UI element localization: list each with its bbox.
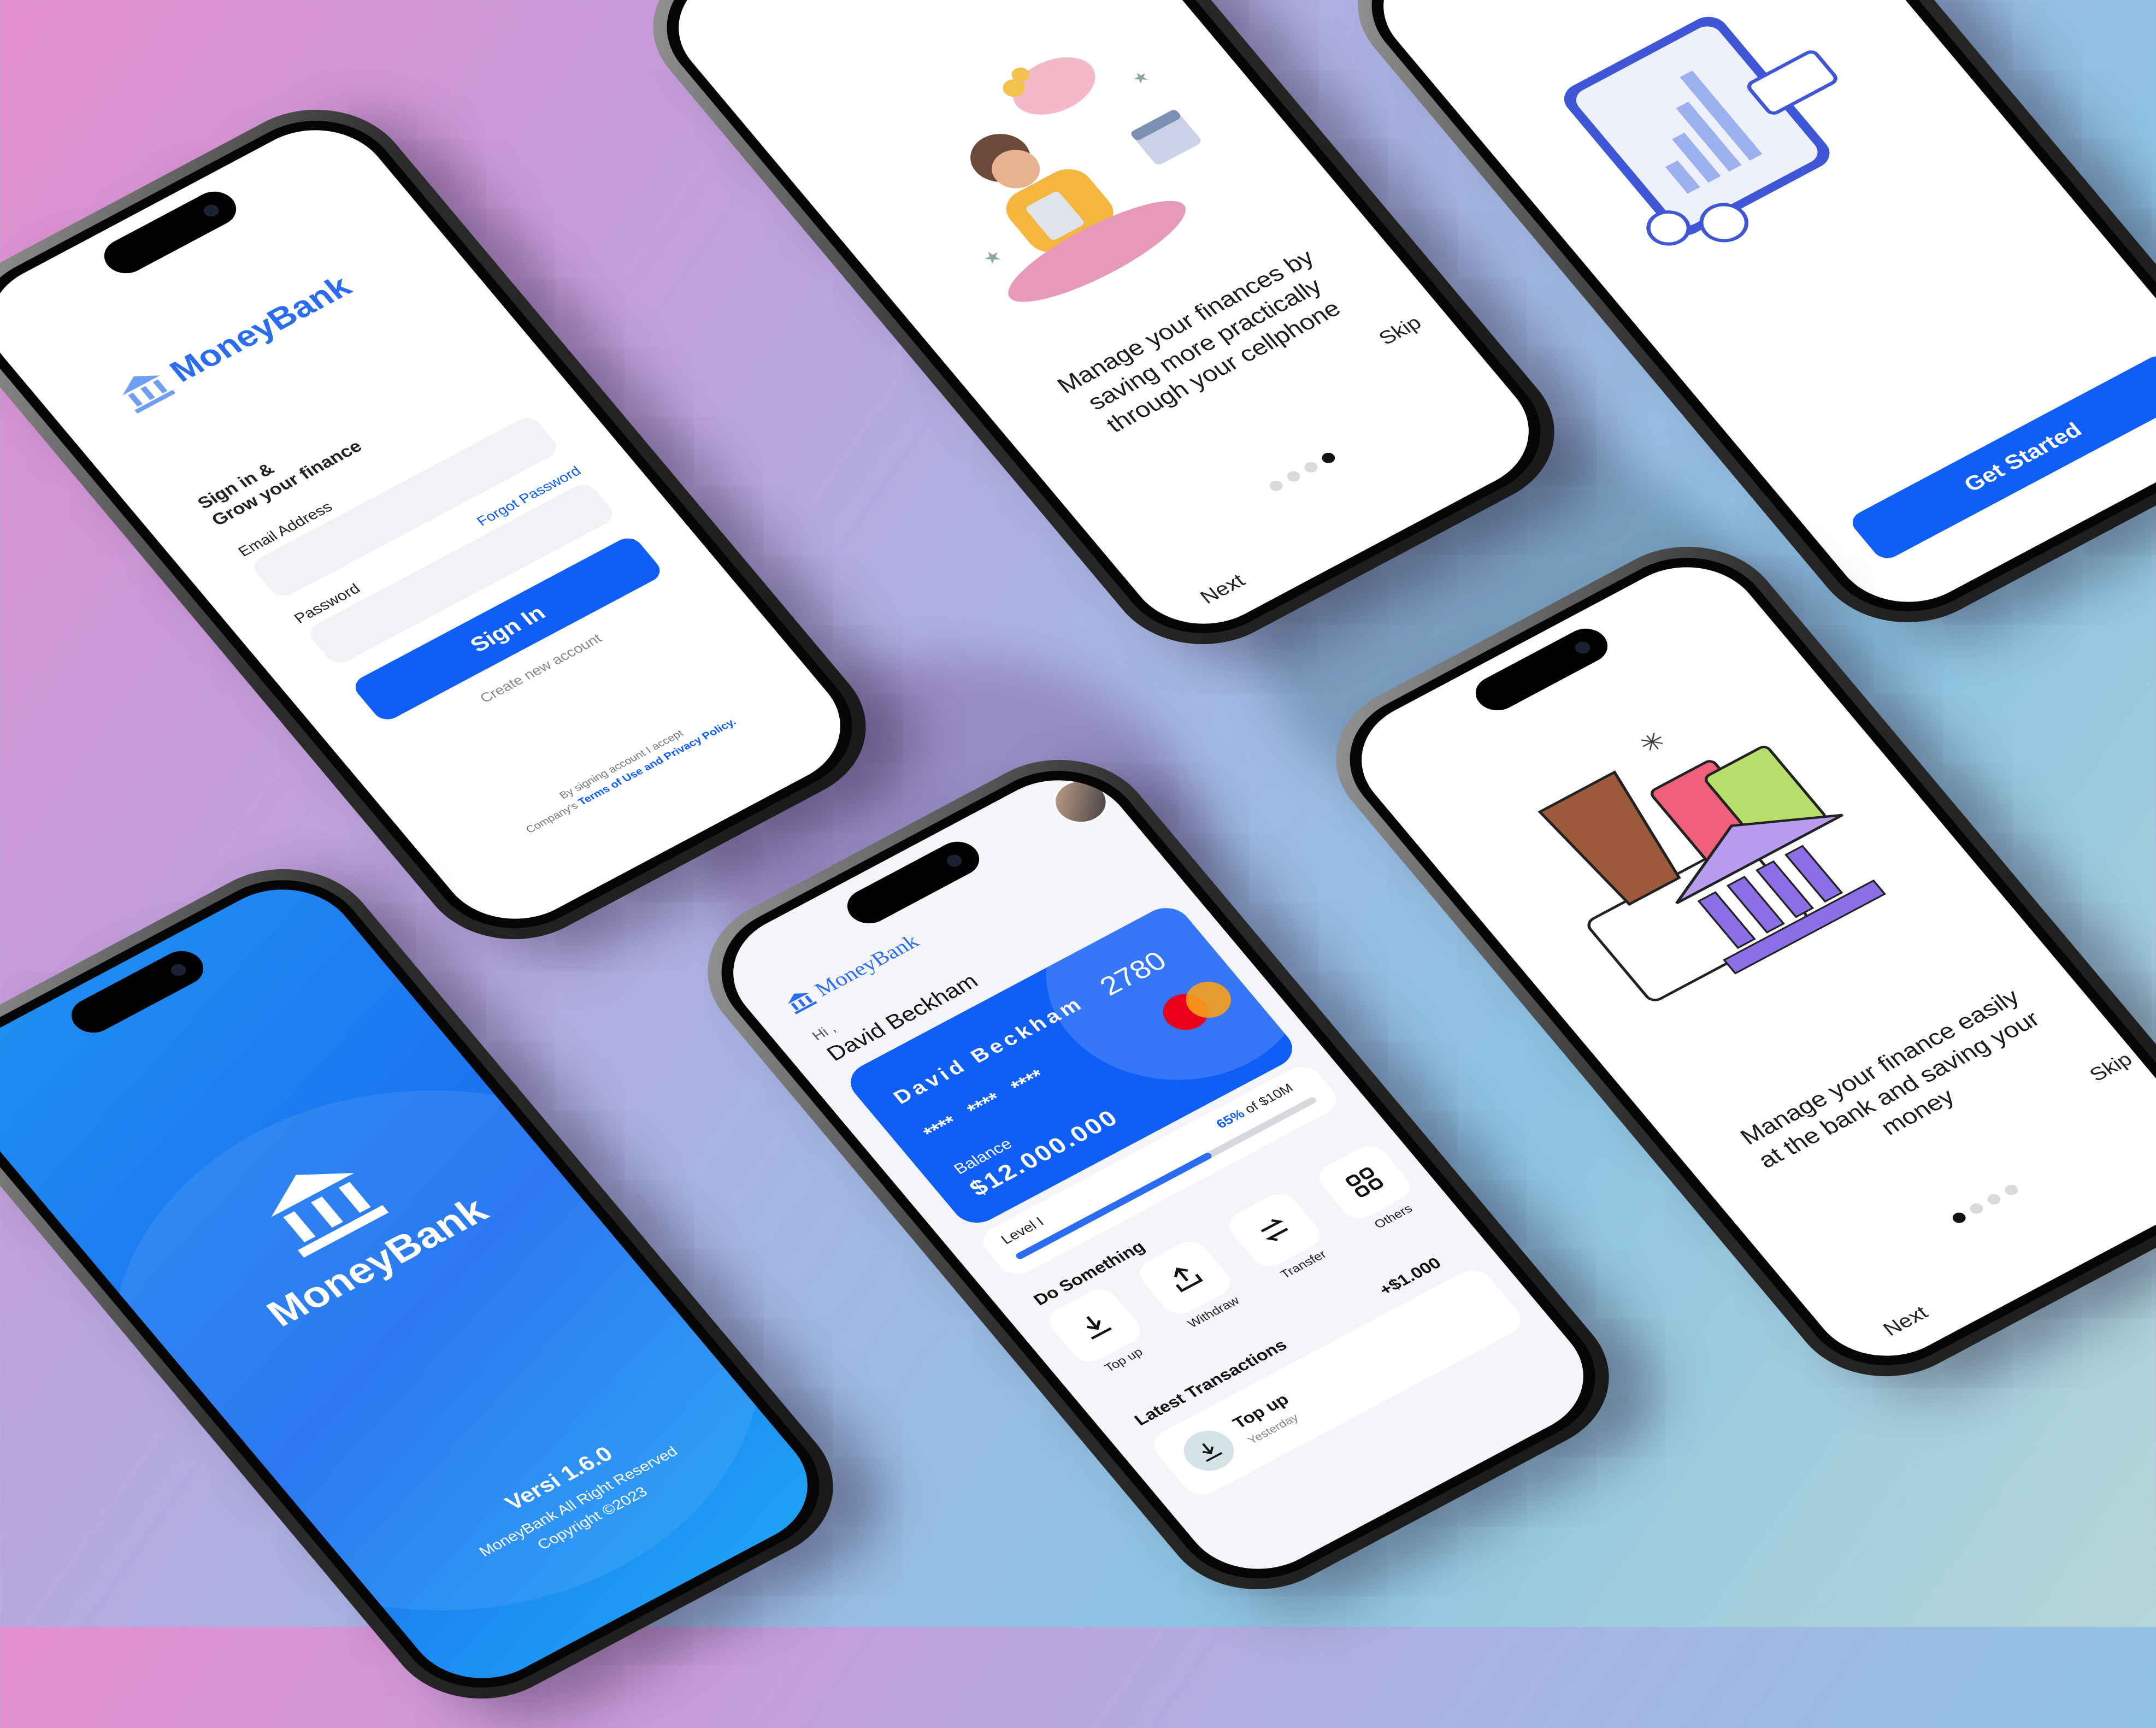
login-screen: MoneyBank Sign in & Grow your finance Em… bbox=[0, 107, 870, 942]
download-icon bbox=[1086, 1316, 1112, 1340]
dynamic-island bbox=[839, 835, 988, 930]
bank-payment-illustration: ✳ bbox=[1538, 726, 1887, 1001]
dynamic-island bbox=[63, 944, 212, 1040]
avatar[interactable] bbox=[1043, 771, 1118, 832]
onboarding-2-text: Manage your finance easily at the bank a… bbox=[1735, 984, 2045, 1173]
page-dot bbox=[1285, 469, 1303, 484]
swap-icon bbox=[1260, 1219, 1289, 1241]
page-dot bbox=[1301, 459, 1320, 475]
page-dot bbox=[1968, 1201, 1986, 1216]
dynamic-island bbox=[96, 185, 245, 280]
skip-button[interactable]: Skip bbox=[1374, 311, 1426, 349]
get-started-button[interactable]: Get Started bbox=[1847, 351, 2156, 563]
page-dot bbox=[1984, 1192, 2003, 1207]
page-indicator bbox=[1264, 449, 1342, 497]
bank-icon bbox=[122, 375, 176, 414]
page-dot-active bbox=[1950, 1210, 1969, 1225]
card-masked-group: **** bbox=[963, 1088, 1005, 1120]
next-button[interactable]: Next bbox=[1195, 569, 1250, 608]
dynamic-island bbox=[1467, 622, 1616, 717]
brand-name: MoneyBank bbox=[162, 269, 358, 388]
upload-icon bbox=[1174, 1267, 1203, 1293]
brand-name: MoneyBank bbox=[810, 930, 924, 1001]
next-button[interactable]: Next bbox=[1878, 1301, 1933, 1340]
page-dot bbox=[1267, 478, 1286, 493]
action-transfer[interactable]: Transfer bbox=[1222, 1188, 1339, 1286]
bank-icon bbox=[787, 993, 817, 1015]
svg-text:✳: ✳ bbox=[1633, 726, 1672, 759]
action-others[interactable]: Others bbox=[1312, 1140, 1429, 1239]
page-dot bbox=[2002, 1183, 2020, 1198]
grid-icon bbox=[1346, 1167, 1383, 1198]
skip-button[interactable]: Skip bbox=[2084, 1048, 2137, 1086]
transaction-icon-wrap bbox=[1174, 1423, 1244, 1479]
card-masked-group: **** bbox=[1006, 1065, 1049, 1097]
page-dot-active bbox=[1319, 451, 1338, 465]
action-withdraw[interactable]: Withdraw bbox=[1132, 1236, 1249, 1334]
brand-logo: MoneyBank bbox=[111, 268, 359, 416]
download-icon bbox=[1202, 1443, 1223, 1462]
finance-report-illustration bbox=[1564, 16, 1837, 246]
login-heading: Sign in & Grow your finance bbox=[193, 420, 367, 530]
svg-text:★: ★ bbox=[979, 246, 1006, 269]
page-indicator bbox=[1947, 1181, 2025, 1229]
terms-link[interactable]: Terms of Use and Privacy Policy. bbox=[576, 716, 739, 807]
svg-text:★: ★ bbox=[1129, 68, 1153, 88]
card-masked-group: **** bbox=[919, 1112, 962, 1143]
